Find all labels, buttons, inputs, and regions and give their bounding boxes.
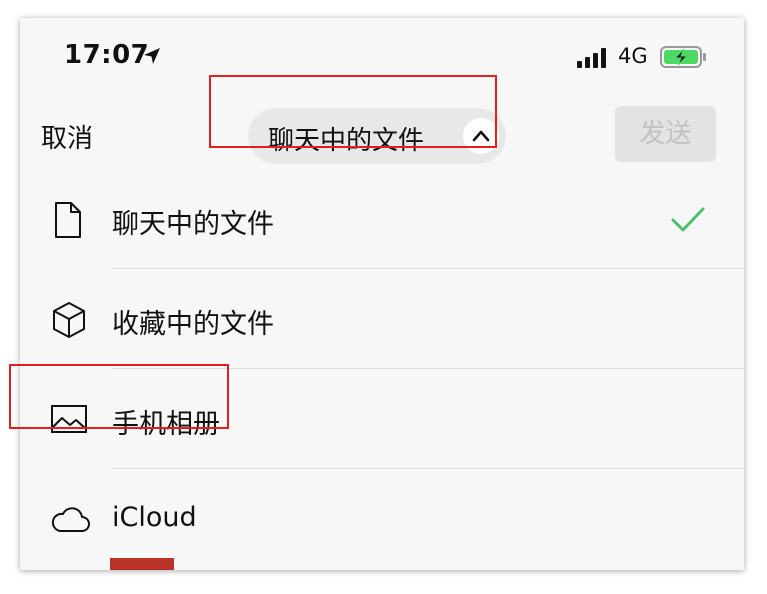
menu-item-label: iCloud <box>112 502 197 533</box>
checkmark-icon <box>670 206 706 238</box>
background-thumbnail <box>110 558 174 570</box>
menu-item-icloud[interactable]: iCloud <box>20 470 744 569</box>
menu-item-label: 聊天中的文件 <box>112 209 274 240</box>
document-icon <box>50 201 86 243</box>
annotation-highlight-title <box>209 75 497 148</box>
send-button[interactable]: 发送 <box>615 106 716 162</box>
cube-icon <box>50 301 88 343</box>
divider <box>112 468 744 469</box>
annotation-highlight-photo-album <box>9 364 229 429</box>
cloud-icon <box>50 501 92 541</box>
cellular-signal-icon <box>577 48 609 72</box>
background-content <box>20 556 744 570</box>
divider <box>112 268 744 269</box>
menu-item-favorites-files[interactable]: 收藏中的文件 <box>20 270 744 369</box>
battery-charging-icon <box>660 46 708 72</box>
status-time: 17:07 <box>64 40 150 70</box>
cancel-button[interactable]: 取消 <box>41 118 93 155</box>
menu-item-chat-files[interactable]: 聊天中的文件 <box>20 170 744 269</box>
location-arrow-icon <box>142 46 162 70</box>
network-type: 4G <box>618 44 648 68</box>
menu-item-label: 收藏中的文件 <box>112 309 274 340</box>
